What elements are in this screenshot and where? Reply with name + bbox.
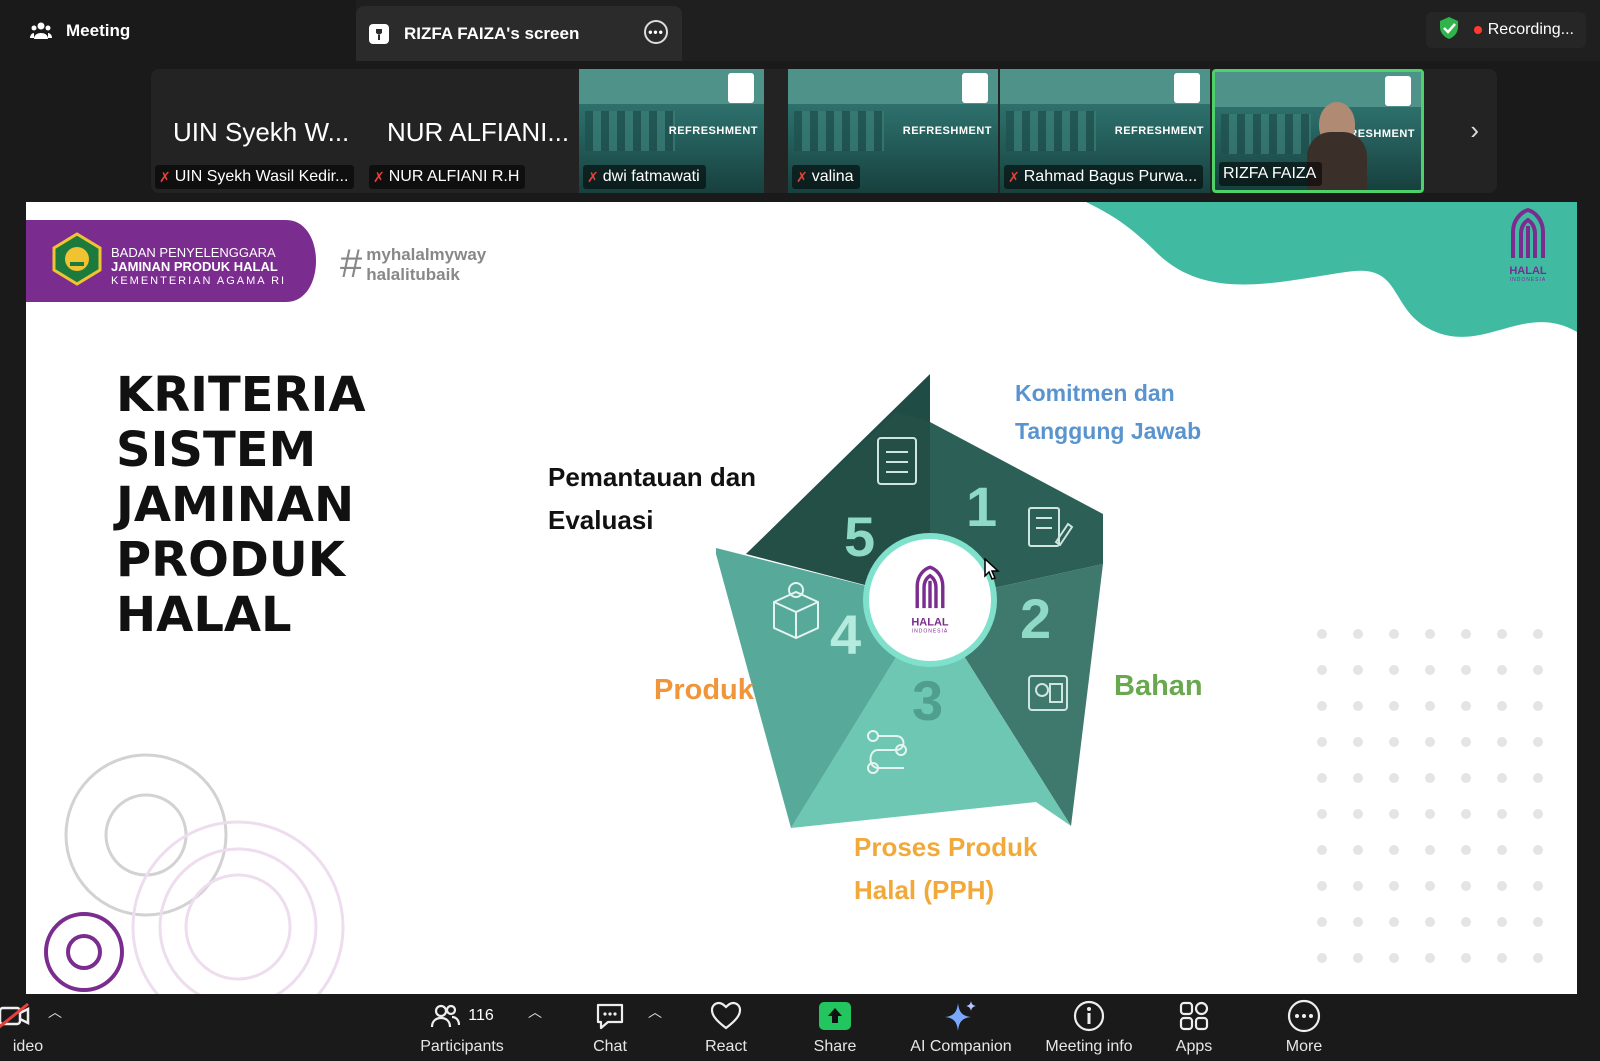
- participant-name: UIN Syekh Wasil Kedir...: [174, 168, 349, 185]
- more-icon: [1287, 998, 1321, 1034]
- participant-name-tag: ✗ NUR ALFIANI R.H: [369, 165, 526, 189]
- more-label: More: [1285, 1038, 1323, 1055]
- participant-name-tag: RIZFA FAIZA: [1219, 162, 1323, 186]
- meeting-tab[interactable]: Meeting: [0, 0, 356, 61]
- label-proses-line2: Halal (PPH): [854, 875, 995, 905]
- label-pemantauan-line1: Pemantauan dan: [548, 462, 757, 492]
- top-bar: Meeting RIZFA FAIZA's screen ••• Recordi…: [0, 0, 1600, 61]
- label-produk: Produk: [654, 674, 754, 706]
- screen-share-icon: [368, 23, 390, 45]
- participant-tile[interactable]: REFRESHMENT ✗ valina: [788, 69, 998, 193]
- video-button[interactable]: ideo: [0, 998, 74, 1056]
- participant-name-tag: ✗ Rahmad Bagus Purwa...: [1004, 165, 1204, 189]
- halal-logo-icon: [915, 565, 945, 609]
- halal-logo-icon: [1385, 76, 1411, 106]
- apps-button[interactable]: Apps: [1134, 998, 1254, 1056]
- chevron-up-icon[interactable]: ︿: [48, 1002, 62, 1022]
- chevron-up-icon[interactable]: ︿: [648, 1002, 662, 1022]
- shared-slide: BADAN PENYELENGGARA JAMINAN PRODUK HALAL…: [26, 202, 1577, 994]
- participant-name: NUR ALFIANI R.H: [388, 168, 520, 185]
- halal-logo-icon: [1174, 73, 1200, 103]
- sparkle-icon: [943, 998, 979, 1034]
- recording-dot-icon: [1473, 26, 1482, 34]
- recording-label: Recording...: [1487, 21, 1574, 38]
- segment-number-5: 5: [844, 505, 876, 568]
- react-button[interactable]: React: [666, 998, 786, 1056]
- participant-name-tag: ✗ valina: [792, 165, 860, 189]
- participant-tile[interactable]: REFRESHMENT ✗ dwi fatmawati: [579, 69, 764, 193]
- thumbnail-slide-text: REFRESHMENT: [1114, 125, 1204, 137]
- thumbnail-slide-text: REFRESHMENT: [668, 125, 758, 137]
- chevron-right-icon[interactable]: ›: [1470, 115, 1479, 146]
- share-label: Share: [813, 1038, 857, 1055]
- mic-muted-icon: ✗: [796, 168, 808, 185]
- segment-number-1: 1: [966, 475, 998, 538]
- label-proses-line1: Proses Produk: [854, 832, 1038, 862]
- label-pemantauan: Pemantauan dan Evaluasi: [548, 456, 756, 542]
- mic-muted-icon: ✗: [1008, 168, 1020, 185]
- halal-logo-icon: [962, 73, 988, 103]
- mic-muted-icon: ✗: [159, 168, 171, 185]
- shield-check-icon: [1438, 16, 1460, 45]
- apps-icon: [1178, 998, 1210, 1034]
- participant-display-name: NUR ALFIANI...: [387, 117, 570, 147]
- pentagon-diagram: [716, 374, 1103, 828]
- video-off-icon: [0, 998, 32, 1034]
- thumbnail-slide-text: REFRESHMENT: [902, 125, 992, 137]
- apps-label: Apps: [1175, 1038, 1213, 1055]
- participant-strip: UIN Syekh W... ✗ UIN Syekh Wasil Kedir...…: [151, 69, 1497, 193]
- participant-name: RIZFA FAIZA: [1223, 165, 1317, 182]
- share-screen-icon: [818, 998, 852, 1034]
- mic-muted-icon: ✗: [373, 168, 385, 185]
- video-label: ideo: [12, 1038, 44, 1055]
- react-label: React: [705, 1038, 747, 1055]
- center-halal-text: HALAL: [911, 616, 949, 629]
- center-halal-sub: INDONESIA: [911, 628, 949, 635]
- chat-label: Chat: [593, 1038, 627, 1055]
- participant-tile[interactable]: NUR ALFIANI... ✗ NUR ALFIANI R.H: [365, 69, 577, 193]
- participant-tile[interactable]: UIN Syekh W... ✗ UIN Syekh Wasil Kedir...: [151, 69, 363, 193]
- participant-name: valina: [811, 168, 854, 185]
- meeting-controls-bar: ideo ︿ 116 Participants ︿ Chat ︿ React S…: [0, 994, 1600, 1061]
- mouse-cursor-icon: [984, 558, 1000, 580]
- label-komitmen: Komitmen dan Tanggung Jawab: [1015, 374, 1201, 450]
- label-komitmen-line2: Tanggung Jawab: [1015, 418, 1202, 444]
- participants-label: Participants: [420, 1038, 504, 1055]
- participant-display-name: UIN Syekh W...: [173, 117, 350, 147]
- participant-tile-active[interactable]: REFRESHMENT RIZFA FAIZA: [1212, 69, 1424, 193]
- halal-logo-icon: [728, 73, 754, 103]
- mic-muted-icon: ✗: [587, 168, 599, 185]
- chat-icon: [594, 998, 626, 1034]
- participants-icon: 116: [430, 998, 494, 1034]
- participant-name: Rahmad Bagus Purwa...: [1023, 168, 1198, 185]
- participant-name: dwi fatmawati: [602, 168, 700, 185]
- screen-share-tab[interactable]: RIZFA FAIZA's screen •••: [356, 6, 682, 61]
- more-options-icon[interactable]: •••: [644, 20, 668, 44]
- participants-button[interactable]: 116 Participants: [402, 998, 522, 1056]
- label-pemantauan-line2: Evaluasi: [548, 505, 654, 535]
- segment-number-3: 3: [912, 669, 944, 732]
- screen-share-tab-label: RIZFA FAIZA's screen: [404, 23, 580, 43]
- participant-name-tag: ✗ UIN Syekh Wasil Kedir...: [155, 165, 355, 189]
- label-bahan: Bahan: [1114, 670, 1203, 702]
- center-halal-logo: HALAL INDONESIA: [910, 565, 950, 635]
- participants-group-icon: [30, 20, 52, 42]
- chevron-up-icon[interactable]: ︿: [528, 1002, 542, 1022]
- participants-count: 116: [468, 1007, 494, 1024]
- ai-companion-button[interactable]: AI Companion: [896, 998, 1026, 1056]
- share-button[interactable]: Share: [775, 998, 895, 1056]
- recording-indicator[interactable]: Recording...: [1425, 12, 1586, 48]
- meeting-tab-label: Meeting: [66, 20, 131, 40]
- meeting-info-label: Meeting info: [1045, 1038, 1133, 1055]
- segment-number-2: 2: [1020, 587, 1052, 650]
- participant-tile[interactable]: REFRESHMENT ✗ Rahmad Bagus Purwa...: [1000, 69, 1210, 193]
- segment-number-4: 4: [830, 603, 862, 666]
- label-proses: Proses Produk Halal (PPH): [854, 826, 1038, 912]
- heart-icon: [710, 998, 742, 1034]
- info-icon: [1073, 998, 1105, 1034]
- more-button[interactable]: More: [1244, 998, 1364, 1056]
- participant-name-tag: ✗ dwi fatmawati: [583, 165, 706, 189]
- ai-companion-label: AI Companion: [910, 1038, 1012, 1055]
- label-komitmen-line1: Komitmen dan: [1015, 380, 1175, 406]
